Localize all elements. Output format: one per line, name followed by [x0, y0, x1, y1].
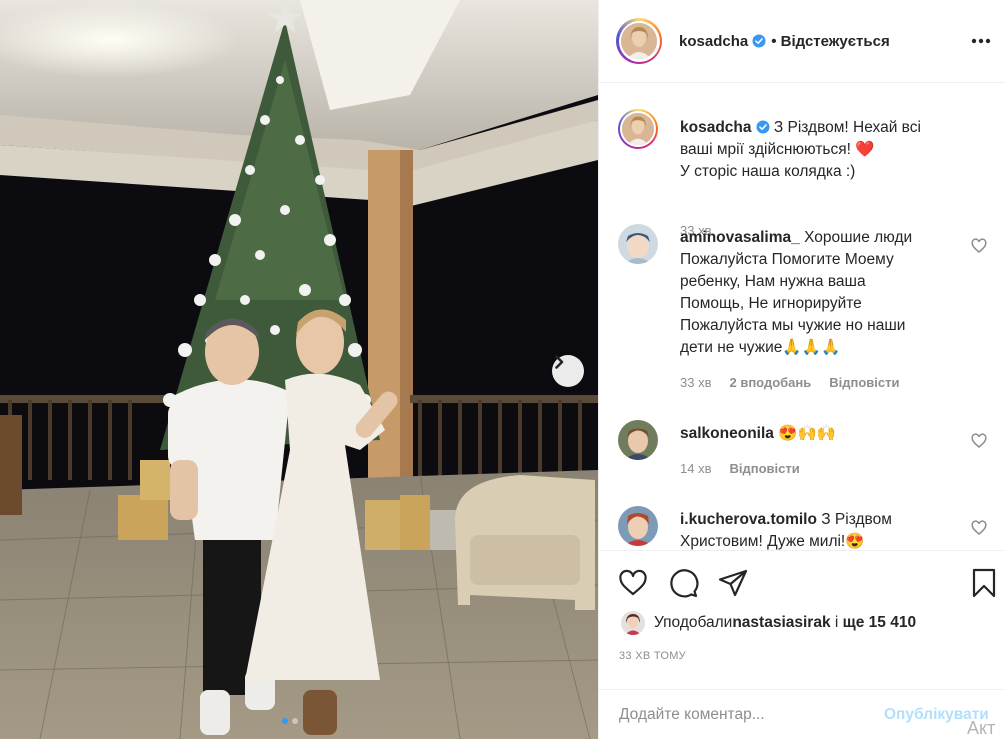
caption-avatar[interactable] [618, 109, 658, 149]
more-horizontal-icon [971, 38, 991, 44]
more-options-button[interactable] [968, 28, 994, 54]
likes-middle: і [830, 614, 843, 631]
comment-likes-count[interactable]: 2 вподобань [729, 375, 811, 390]
comment-like-heart-icon[interactable] [970, 237, 988, 255]
comment-meta: 33 хв 2 вподобань Відповісти [680, 375, 900, 390]
liker-avatar[interactable] [621, 611, 645, 635]
comment-line: Помощь, Не игнорируйте [680, 295, 862, 312]
chevron-right-icon [555, 355, 564, 369]
caption-username[interactable]: kosadcha [680, 119, 752, 136]
commenter-username[interactable]: aminovasalima_ [680, 229, 800, 246]
post-photo[interactable] [0, 0, 598, 739]
comment-line: 😍🙌🙌 [773, 425, 837, 442]
activation-watermark: Акт [967, 718, 996, 738]
likes-count[interactable]: ще 15 410 [843, 614, 916, 632]
commenter-avatar[interactable] [618, 420, 658, 460]
commenter-username[interactable]: salkoneonila [680, 425, 774, 442]
carousel-dot [292, 718, 298, 724]
comment: salkoneonila 😍🙌🙌 14 хв Відповісти [618, 420, 988, 480]
caption-line-3: У сторіс наша колядка :) [680, 163, 856, 180]
post-header: kosadcha • Відстежується [599, 0, 1005, 83]
commenter-avatar[interactable] [618, 506, 658, 546]
commenter-username[interactable]: i.kucherova.tomilo [680, 511, 817, 528]
liker-username[interactable]: nastasiasirak [732, 614, 830, 632]
comment-line: Хорошие люди [799, 229, 913, 246]
paper-plane-icon[interactable] [717, 567, 749, 599]
add-comment-bar: Опублікувати [599, 689, 1005, 739]
comment-line: Христовим! Дуже милі!😍 [680, 533, 865, 550]
comment-like-heart-icon[interactable] [970, 519, 988, 537]
bookmark-icon[interactable] [968, 567, 1000, 599]
caption: kosadcha З Різдвом! Нехай всі ваші мрії … [618, 109, 988, 238]
comment-line: Пожалуйста мы чужие но наши [680, 317, 906, 334]
comment-text: salkoneonila 😍🙌🙌 [680, 423, 970, 445]
comment-like-heart-icon[interactable] [970, 432, 988, 450]
heart-icon[interactable] [617, 567, 649, 599]
post-timestamp[interactable]: 33 ХВ ТОМУ [619, 650, 686, 662]
reply-button[interactable]: Відповісти [729, 461, 799, 476]
commenter-avatar[interactable] [618, 224, 658, 264]
comment-text: i.kucherova.tomilo З Різдвом Христовим! … [680, 509, 970, 550]
comment-text: aminovasalima_ Хорошие люди Пожалуйста П… [680, 227, 970, 359]
comment-time: 14 хв [680, 461, 712, 476]
author-avatar[interactable] [616, 18, 662, 64]
likes-summary: Уподобали nastasiasirak і ще 15 410 [621, 611, 916, 635]
post-actions: Уподобали nastasiasirak і ще 15 410 33 Х… [599, 550, 1005, 739]
comment-time: 33 хв [680, 375, 712, 390]
comment-line: З Різдвом [816, 511, 892, 528]
verified-badge-icon [756, 120, 770, 134]
carousel-dots [282, 718, 298, 724]
comments-list[interactable]: kosadcha З Різдвом! Нехай всі ваші мрії … [599, 84, 1005, 550]
carousel-next-button[interactable] [552, 355, 584, 387]
likes-prefix: Уподобали [654, 614, 733, 631]
follow-state-button[interactable]: • Відстежується [771, 33, 890, 50]
verified-badge-icon [752, 34, 766, 48]
comment-line: ребенку, Нам нужна ваша [680, 273, 866, 290]
comment: aminovasalima_ Хорошие люди Пожалуйста П… [618, 224, 988, 394]
comment-line: Пожалуйста Помогите Моему [680, 251, 894, 268]
reply-button[interactable]: Відповісти [829, 375, 899, 390]
caption-text: kosadcha З Різдвом! Нехай всі ваші мрії … [680, 117, 970, 183]
author-username[interactable]: kosadcha [679, 33, 748, 50]
comment: i.kucherova.tomilo З Різдвом Христовим! … [618, 506, 988, 550]
caption-line-1: З Різдвом! Нехай всі [769, 119, 921, 136]
post-side-panel: kosadcha • Відстежується kosadcha З Різд… [598, 0, 1005, 739]
caption-line-2: ваші мрії здійснюються! [680, 141, 856, 158]
photo-scene [0, 0, 598, 739]
heart-emoji: ❤️ [855, 141, 875, 158]
comment-input[interactable] [619, 702, 869, 728]
comment-icon[interactable] [667, 567, 699, 599]
carousel-dot-active [282, 718, 288, 724]
comment-line: дети не чужие🙏🙏🙏 [680, 339, 841, 356]
comment-meta: 14 хв Відповісти [680, 461, 800, 476]
